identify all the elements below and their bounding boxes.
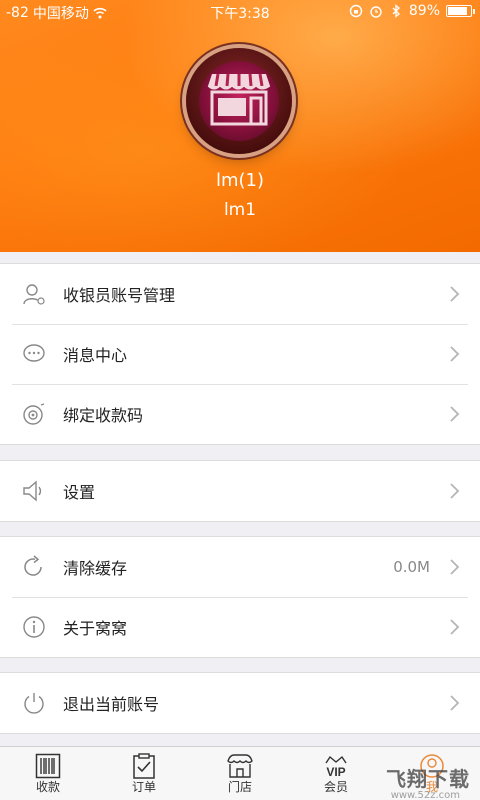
menu-group-logout: 退出当前账号: [0, 672, 480, 734]
vip-crown-icon: VIP: [325, 755, 347, 779]
svg-text:VIP: VIP: [326, 765, 345, 779]
power-icon: [24, 693, 44, 714]
chevron-right-icon: [450, 346, 460, 362]
battery-percent: 89%: [408, 3, 440, 19]
watermark-url: www.52z.com: [390, 790, 460, 800]
tab-label: 会员: [323, 780, 348, 794]
tab-label: 订单: [131, 780, 156, 794]
tab-label: 门店: [227, 780, 252, 794]
chevron-right-icon: [450, 619, 460, 635]
profile-header: -82 中国移动 下午3:38 89% lm(1) lm1: [0, 0, 480, 252]
speaker-icon: [23, 480, 42, 502]
tab-label: 收款: [35, 780, 60, 794]
battery-icon: [446, 5, 475, 17]
menu-message-center[interactable]: 消息中心: [0, 324, 480, 384]
menu-bind-qrcode[interactable]: 绑定收款码: [0, 384, 480, 444]
tab-store[interactable]: 门店: [192, 747, 288, 800]
bottom-tab-bar: 收款 订单 门店 VIP 会员 我 飞翔下载 www.52z.com: [0, 746, 480, 800]
storefront-icon: [207, 73, 271, 126]
refresh-icon: [24, 555, 42, 576]
alarm-icon: [370, 6, 382, 18]
menu-label: 收银员账号管理: [63, 286, 176, 305]
profile-account: lm1: [223, 200, 257, 220]
bluetooth-icon: [392, 4, 400, 18]
menu-clear-cache[interactable]: 清除缓存 0.0M: [0, 537, 480, 597]
rotation-lock-icon: [349, 4, 363, 18]
cache-size-value: 0.0M: [393, 558, 430, 576]
menu-about[interactable]: 关于窝窝: [0, 597, 480, 657]
status-bar: -82 中国移动 下午3:38 89%: [0, 0, 480, 24]
chevron-right-icon: [450, 286, 460, 302]
tab-collect[interactable]: 收款: [0, 747, 96, 800]
watermark-text: 飞翔下载: [386, 767, 470, 791]
clipboard-check-icon: [133, 753, 155, 779]
menu-group-app: 清除缓存 0.0M 关于窝窝: [0, 536, 480, 658]
menu-label: 绑定收款码: [63, 406, 144, 425]
store-avatar[interactable]: [186, 48, 292, 154]
tab-me[interactable]: 我 飞翔下载 www.52z.com: [384, 747, 480, 800]
qr-bind-icon: [23, 403, 45, 425]
tab-member[interactable]: VIP 会员: [288, 747, 384, 800]
menu-group-account: 收银员账号管理 消息中心 绑定收款码: [0, 263, 480, 445]
info-icon: [23, 616, 45, 638]
menu-settings[interactable]: 设置: [0, 461, 480, 521]
barcode-icon: [35, 753, 61, 779]
menu-label: 清除缓存: [63, 559, 128, 578]
chevron-right-icon: [450, 406, 460, 422]
chevron-right-icon: [450, 559, 460, 575]
tab-orders[interactable]: 订单: [96, 747, 192, 800]
menu-group-settings: 设置: [0, 460, 480, 522]
menu-label: 退出当前账号: [63, 695, 160, 714]
menu-logout[interactable]: 退出当前账号: [0, 673, 480, 733]
menu-label: 消息中心: [63, 346, 128, 365]
menu-cashier-accounts[interactable]: 收银员账号管理: [0, 264, 480, 324]
chevron-right-icon: [450, 483, 460, 499]
message-bubble-icon: [23, 344, 45, 362]
profile-name: lm(1): [215, 170, 265, 191]
menu-label: 关于窝窝: [63, 619, 128, 638]
menu-label: 设置: [63, 483, 96, 502]
chevron-right-icon: [450, 695, 460, 711]
store-icon: [227, 754, 253, 778]
user-settings-icon: [23, 284, 45, 305]
